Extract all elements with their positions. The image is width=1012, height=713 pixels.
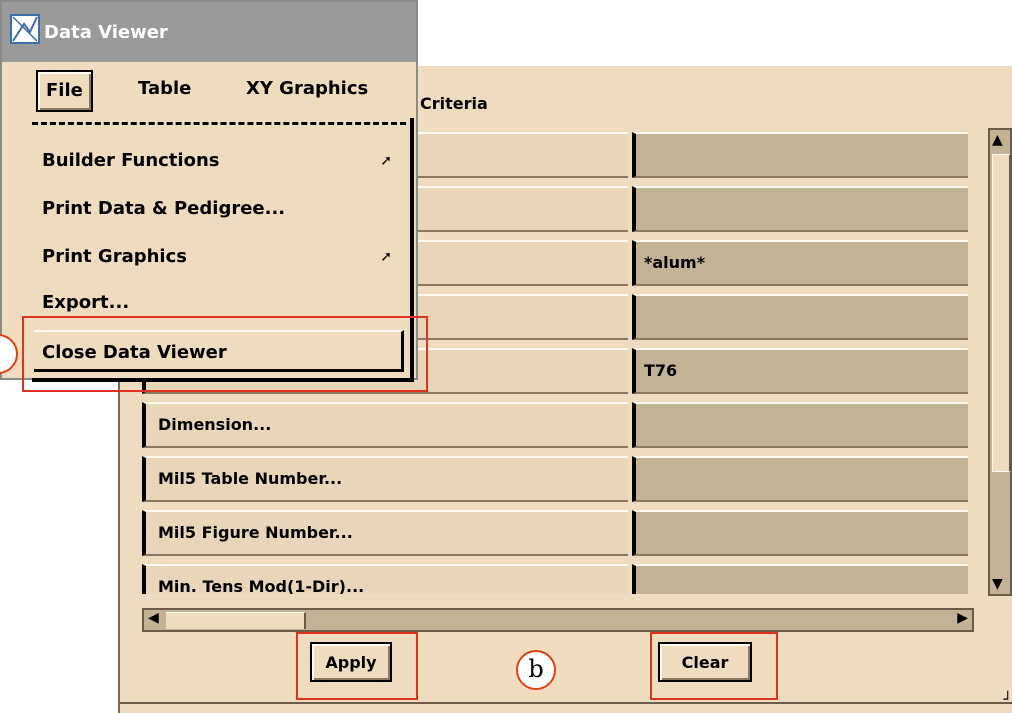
callout-circle-a: [0, 334, 18, 374]
horizontal-scrollbar[interactable]: ◀ ▶: [142, 608, 974, 632]
vertical-scroll-thumb[interactable]: [992, 154, 1011, 472]
menu-item-label: Builder Functions: [42, 150, 220, 171]
scroll-up-arrow-icon[interactable]: ▲: [992, 132, 1003, 148]
min-tens-mod-button[interactable]: Min. Tens Mod(1-Dir)...: [142, 564, 628, 594]
criteria-row: Min. Tens Mod(1-Dir)...: [142, 564, 990, 594]
menu-item-print-graphics[interactable]: Print Graphics ➚: [42, 236, 406, 278]
menu-bar: File Table XY Graphics: [2, 62, 416, 118]
window-title: Data Viewer: [44, 22, 168, 43]
menu-xy-graphics[interactable]: XY Graphics: [238, 70, 376, 108]
mil5-table-number-button[interactable]: Mil5 Table Number...: [142, 456, 628, 502]
scroll-right-arrow-icon[interactable]: ▶: [957, 610, 968, 626]
callout-label-b: b: [516, 650, 556, 690]
menu-table[interactable]: Table: [130, 70, 199, 108]
mil5-table-number-field[interactable]: [632, 456, 968, 502]
criteria-value-field[interactable]: [632, 132, 968, 178]
menu-item-label: Print Graphics: [42, 246, 187, 267]
horizontal-scroll-thumb[interactable]: [166, 612, 306, 629]
submenu-arrow-icon: ➚: [380, 249, 392, 265]
divider: [120, 702, 1012, 704]
dimension-button[interactable]: Dimension...: [142, 402, 628, 448]
criteria-row: Dimension...: [142, 402, 990, 450]
data-viewer-app-icon: [10, 14, 40, 44]
menu-file[interactable]: File: [36, 70, 93, 112]
apply-button[interactable]: Apply: [310, 642, 392, 682]
mil5-figure-number-button[interactable]: Mil5 Figure Number...: [142, 510, 628, 556]
criteria-value-field[interactable]: *alum*: [632, 240, 968, 286]
criteria-header: Criteria: [420, 94, 488, 113]
criteria-value-field[interactable]: [632, 294, 968, 340]
vertical-scrollbar[interactable]: ▲ ▼: [988, 128, 1012, 596]
criteria-value-field[interactable]: [632, 186, 968, 232]
dimension-field[interactable]: [632, 402, 968, 448]
mil5-figure-number-field[interactable]: [632, 510, 968, 556]
scroll-left-arrow-icon[interactable]: ◀: [148, 610, 159, 626]
menu-tearoff-line[interactable]: [32, 122, 406, 125]
clear-button[interactable]: Clear: [658, 642, 752, 682]
menu-item-builder-functions[interactable]: Builder Functions ➚: [42, 140, 406, 182]
menu-item-label: Print Data & Pedigree...: [42, 198, 286, 219]
criteria-value-field[interactable]: T76: [632, 348, 968, 394]
scroll-down-arrow-icon[interactable]: ▼: [992, 576, 1003, 592]
min-tens-mod-field[interactable]: [632, 564, 968, 594]
resize-corner-icon[interactable]: ┘: [1004, 692, 1012, 708]
submenu-arrow-icon: ➚: [380, 153, 392, 169]
title-bar[interactable]: Data Viewer: [2, 2, 416, 62]
criteria-row: Mil5 Table Number...: [142, 456, 990, 504]
close-callout-box: [22, 316, 428, 392]
menu-item-label: Export...: [42, 292, 130, 313]
criteria-row: Mil5 Figure Number...: [142, 510, 990, 558]
menu-item-print-data-pedigree[interactable]: Print Data & Pedigree...: [42, 188, 406, 230]
